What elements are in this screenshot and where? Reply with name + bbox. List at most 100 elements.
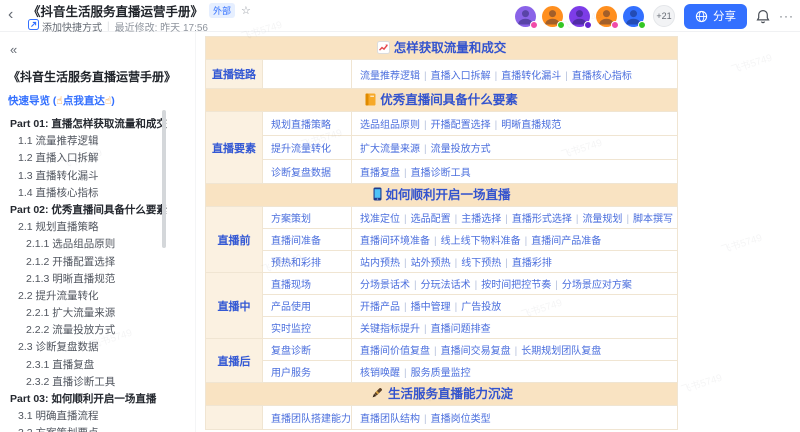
- nav-link[interactable]: 选品配置: [411, 214, 451, 225]
- outline-item[interactable]: 2.1 规划直播策略: [8, 219, 195, 236]
- nav-link[interactable]: 关键指标提升: [360, 324, 420, 335]
- nav-link[interactable]: 直播问题排查: [431, 324, 491, 335]
- outline-item[interactable]: 1.2 直播入口拆解: [8, 150, 195, 167]
- nav-link[interactable]: 找准定位: [360, 214, 400, 225]
- nav-link[interactable]: 直播形式选择: [512, 214, 572, 225]
- sub-category-link[interactable]: 复盘诊断: [271, 346, 311, 357]
- chart-up-icon: [377, 41, 390, 59]
- collaborator-count-badge[interactable]: +21: [653, 5, 675, 27]
- nav-link[interactable]: 流量规划: [582, 214, 622, 225]
- sub-category-link[interactable]: 用户服务: [271, 368, 311, 379]
- nav-link[interactable]: 选品组品原则: [360, 120, 420, 131]
- outline-item[interactable]: 2.2.2 流量投放方式: [8, 322, 195, 339]
- sub-category-cell: 实时监控: [263, 317, 352, 339]
- nav-link[interactable]: 直播彩排: [512, 258, 552, 269]
- sub-category-cell: 产品使用: [263, 295, 352, 317]
- outline-item[interactable]: 2.3 诊断复盘数据: [8, 339, 195, 356]
- nav-link[interactable]: 播中管理: [411, 302, 451, 313]
- nav-link[interactable]: 直播转化漏斗: [501, 71, 561, 82]
- nav-link[interactable]: 直播岗位类型: [431, 414, 491, 425]
- nav-link[interactable]: 直播复盘: [360, 168, 400, 179]
- sub-category-link[interactable]: 直播间准备: [271, 236, 321, 247]
- outline-item[interactable]: 1.3 直播转化漏斗: [8, 168, 195, 185]
- nav-link[interactable]: 分场景应对方案: [562, 280, 632, 291]
- nav-link[interactable]: 开播配置选择: [431, 120, 491, 131]
- outline-item[interactable]: 1.1 流量推荐逻辑: [8, 133, 195, 150]
- sub-category-link[interactable]: 预热和彩排: [271, 258, 321, 269]
- collapse-sidebar-icon[interactable]: «: [10, 42, 195, 57]
- star-icon[interactable]: ☆: [241, 4, 251, 17]
- nav-link[interactable]: 站内预热: [360, 258, 400, 269]
- nav-link[interactable]: 长期规划团队复盘: [521, 346, 601, 357]
- links-cell: 分场景话术|分玩法话术|按时间把控节奏|分场景应对方案: [352, 273, 678, 295]
- sub-category-link[interactable]: 方案策划: [271, 214, 311, 225]
- avatar[interactable]: [515, 6, 536, 27]
- separator: |: [404, 214, 407, 225]
- nav-link[interactable]: 扩大流量来源: [360, 144, 420, 155]
- sub-category-link[interactable]: 直播现场: [271, 280, 311, 291]
- nav-link[interactable]: 主播选择: [461, 214, 501, 225]
- sub-category-link[interactable]: 规划直播策略: [271, 120, 331, 131]
- nav-link[interactable]: 脚本撰写: [633, 214, 673, 225]
- separator: |: [404, 302, 407, 313]
- nav-link[interactable]: 分玩法话术: [421, 280, 471, 291]
- nav-link[interactable]: 直播间产品准备: [531, 236, 601, 247]
- nav-link[interactable]: 按时间把控节奏: [481, 280, 551, 291]
- avatar[interactable]: [569, 6, 590, 27]
- nav-link[interactable]: 直播间价值复盘: [360, 346, 430, 357]
- separator: |: [505, 258, 508, 269]
- nav-link[interactable]: 线下预热: [461, 258, 501, 269]
- nav-link[interactable]: 核销唤醒: [360, 368, 400, 379]
- outline-item[interactable]: 2.2.1 扩大流量来源: [8, 305, 195, 322]
- sub-category-link[interactable]: 产品使用: [271, 302, 311, 313]
- outline-item[interactable]: 1.4 直播核心指标: [8, 185, 195, 202]
- outline-item[interactable]: Part 02: 优秀直播间具备什么要素: [8, 202, 195, 219]
- outline-item[interactable]: 2.1.1 选品组品原则: [8, 236, 195, 253]
- nav-link[interactable]: 直播间环境准备: [360, 236, 430, 247]
- sub-category-link[interactable]: 实时监控: [271, 324, 311, 335]
- nav-link[interactable]: 直播入口拆解: [431, 71, 491, 82]
- nav-link[interactable]: 开播产品: [360, 302, 400, 313]
- nav-link[interactable]: 站外预热: [411, 258, 451, 269]
- nav-link[interactable]: 流量投放方式: [431, 144, 491, 155]
- outline-item[interactable]: 2.3.2 直播诊断工具: [8, 374, 195, 391]
- links-cell: 直播团队结构|直播岗位类型: [352, 406, 678, 430]
- avatar[interactable]: [623, 6, 644, 27]
- nav-link[interactable]: 分场景话术: [360, 280, 410, 291]
- back-icon[interactable]: ‹: [8, 5, 13, 25]
- outline-item[interactable]: 2.3.1 直播复盘: [8, 357, 195, 374]
- nav-link[interactable]: 服务质量监控: [411, 368, 471, 379]
- nav-link[interactable]: 广告投放: [461, 302, 501, 313]
- nav-link[interactable]: 直播核心指标: [572, 71, 632, 82]
- nav-link[interactable]: 直播团队结构: [360, 414, 420, 425]
- outline-item[interactable]: 2.2 提升流量转化: [8, 288, 195, 305]
- outline-item[interactable]: Part 03: 如何顺利开启一场直播: [8, 391, 195, 408]
- outline-item[interactable]: Part 01: 直播怎样获取流量和成交: [8, 116, 195, 133]
- outline-item[interactable]: 3.1 明确直播流程: [8, 408, 195, 425]
- sub-category-link[interactable]: 直播团队搭建能力: [271, 414, 351, 425]
- nav-link[interactable]: 直播诊断工具: [411, 168, 471, 179]
- outline-item[interactable]: 2.1.2 开播配置选择: [8, 254, 195, 271]
- notification-bell-icon[interactable]: [756, 9, 770, 24]
- links-cell: 站内预热|站外预热|线下预热|直播彩排: [352, 251, 678, 273]
- avatar[interactable]: [596, 6, 617, 27]
- sidebar-scrollbar[interactable]: [162, 110, 166, 248]
- outline-item[interactable]: 2.1.3 明晰直播规范: [8, 271, 195, 288]
- share-button[interactable]: 分享: [684, 4, 747, 29]
- more-menu-icon[interactable]: ···: [779, 9, 794, 23]
- outline-doc-title: 《抖音生活服务直播运营手册》: [8, 68, 195, 85]
- links-cell: 流量推荐逻辑|直播入口拆解|直播转化漏斗|直播核心指标: [352, 60, 678, 89]
- avatar[interactable]: [542, 6, 563, 27]
- nav-link[interactable]: 明晰直播规范: [501, 120, 561, 131]
- sub-category-link[interactable]: 提升流量转化: [271, 144, 331, 155]
- nav-link[interactable]: 线上线下物料准备: [441, 236, 521, 247]
- quick-nav-link[interactable]: 点我直达: [63, 95, 105, 107]
- section-header: 生活服务直播能力沉淀: [206, 383, 678, 406]
- separator: |: [424, 324, 427, 335]
- outline-item[interactable]: 3.2 方案策划要点: [8, 425, 195, 432]
- nav-link[interactable]: 直播间交易复盘: [441, 346, 511, 357]
- nav-link[interactable]: 流量推荐逻辑: [360, 71, 420, 82]
- sub-category-link[interactable]: 诊断复盘数据: [271, 168, 331, 179]
- separator: |: [555, 280, 558, 291]
- add-shortcut-button[interactable]: 添加快捷方式: [28, 19, 102, 34]
